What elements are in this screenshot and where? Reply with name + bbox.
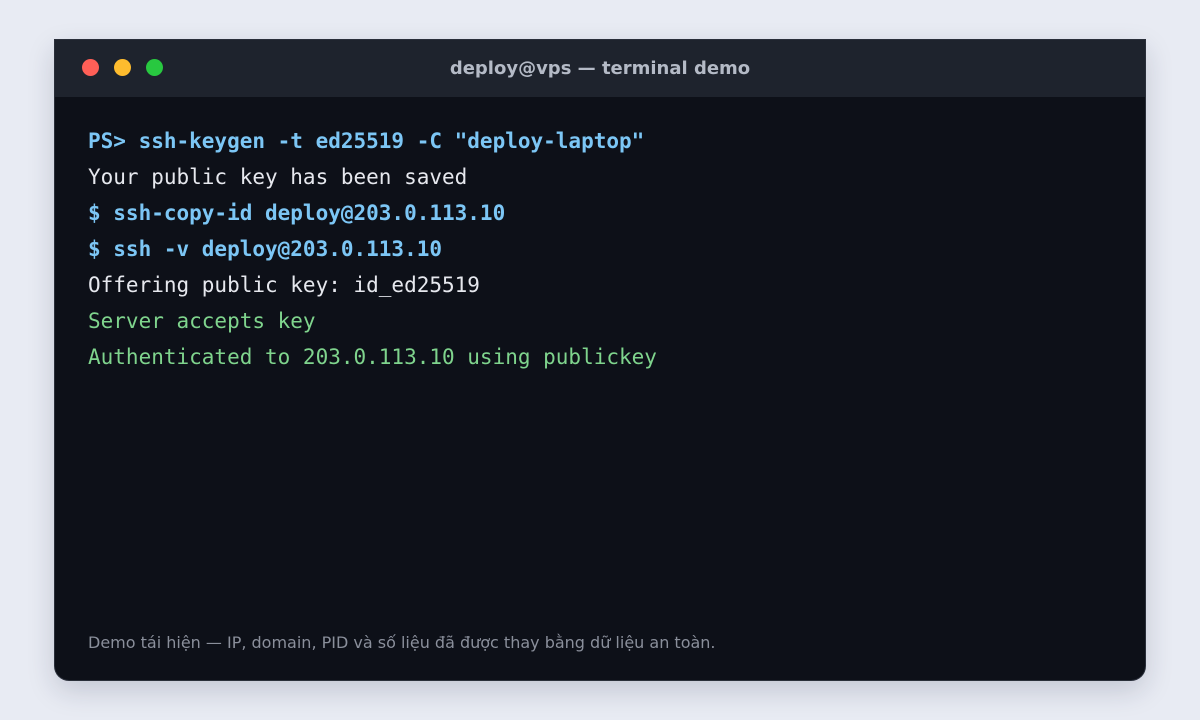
demo-footnote: Demo tái hiện — IP, domain, PID và số li… xyxy=(88,633,716,652)
terminal-line-success: Authenticated to 203.0.113.10 using publ… xyxy=(88,345,657,369)
terminal-line-command: $ ssh -v deploy@203.0.113.10 xyxy=(88,237,443,261)
terminal-line-command: PS> ssh-keygen -t ed25519 -C "deploy-lap… xyxy=(88,129,645,153)
terminal-line-success: Server accepts key xyxy=(88,309,316,333)
window-title: deploy@vps — terminal demo xyxy=(449,58,751,79)
terminal-line-command: $ ssh-copy-id deploy@203.0.113.10 xyxy=(88,201,506,225)
terminal-line-output: Your public key has been saved xyxy=(88,165,468,189)
title-bar: deploy@vps — terminal demo xyxy=(55,40,1145,97)
terminal-window: deploy@vps — terminal demo PS> ssh-keyge… xyxy=(55,40,1145,680)
terminal-line-output: Offering public key: id_ed25519 xyxy=(88,273,480,297)
terminal-output[interactable]: PS> ssh-keygen -t ed25519 -C "deploy-lap… xyxy=(88,123,1108,375)
